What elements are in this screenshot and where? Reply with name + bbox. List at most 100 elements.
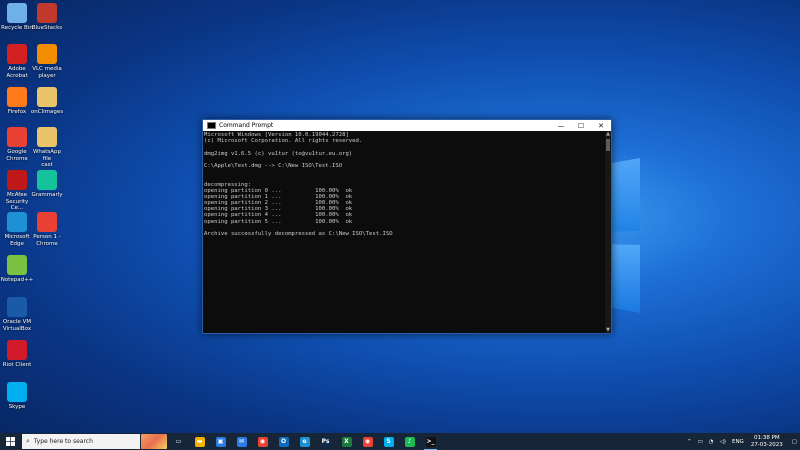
chrome-2-icon: ◉	[362, 436, 373, 447]
skype-icon	[7, 382, 27, 402]
volume-icon[interactable]: ◁)	[720, 439, 726, 445]
desktop-icon-label: Skype	[8, 404, 26, 410]
desktop-icon[interactable]: McAfee Security Ce...	[0, 170, 34, 212]
excel-icon: X	[341, 436, 352, 447]
desktop-icon[interactable]: Google Chrome	[0, 127, 34, 162]
taskbar-command-prompt-button[interactable]: >_	[420, 433, 441, 450]
desktop-icon[interactable]: Person 1 - Chrome	[30, 212, 64, 247]
taskbar-photoshop-button[interactable]: Ps	[315, 433, 336, 450]
taskbar-chrome-button[interactable]: ◉	[252, 433, 273, 450]
window-title: Command Prompt	[219, 122, 274, 129]
folder-icon	[37, 87, 57, 107]
desktop-icon[interactable]: Skype	[0, 382, 34, 411]
minimize-button[interactable]: —	[551, 120, 571, 131]
recycle-bin-icon	[7, 3, 27, 23]
close-button[interactable]: ✕	[591, 120, 611, 131]
taskbar-spotify-button[interactable]: ♪	[399, 433, 420, 450]
scroll-up-icon[interactable]: ▲	[605, 131, 611, 137]
desktop-icon[interactable]: Grammarly	[30, 170, 64, 199]
network-icon[interactable]: ◔	[709, 439, 714, 445]
taskbar: ⌕ Type here to search ▭ ▬ ▣ ✉ ◉ Oe Ps X ◉ S ♪ >_ ⌃ …	[0, 433, 800, 450]
vertical-scrollbar[interactable]: ▲ ▼	[605, 131, 611, 333]
taskbar-outlook-button[interactable]: O	[273, 433, 294, 450]
command-prompt-icon: >_	[425, 436, 436, 447]
edge-icon	[7, 212, 27, 232]
riot-icon	[7, 340, 27, 360]
photoshop-icon: Ps	[320, 436, 331, 447]
search-placeholder: Type here to search	[33, 438, 93, 445]
scroll-down-icon[interactable]: ▼	[605, 327, 611, 333]
chrome-icon	[37, 212, 57, 232]
desktop-icon[interactable]: WhatsApp file cast	[30, 127, 64, 169]
desktop-icon[interactable]: onClimages	[30, 87, 64, 116]
task-view-icon: ▭	[173, 436, 184, 447]
console-output[interactable]: Microsoft Windows [Version 10.0.19044.27…	[203, 131, 605, 333]
folder-icon	[37, 127, 57, 147]
desktop-icon-label: Google Chrome	[6, 149, 28, 162]
window-titlebar[interactable]: Command Prompt — ☐ ✕	[203, 120, 611, 131]
edge-icon: e	[299, 436, 310, 447]
file-explorer-icon: ▬	[194, 436, 205, 447]
spotify-icon: ♪	[404, 436, 415, 447]
system-tray: ⌃ ▭ ◔ ◁) ENG 01:38 PM 27-03-2023 ▢	[684, 433, 800, 450]
desktop-icon-label: WhatsApp file cast	[32, 149, 62, 168]
taskbar-task-view-button[interactable]: ▭	[168, 433, 189, 450]
desktop-icon[interactable]: Riot Client	[0, 340, 34, 369]
desktop-icon-label: McAfee Security Ce...	[5, 192, 29, 211]
desktop-icon-label: Adobe Acrobat	[6, 66, 28, 79]
store-icon: ▣	[215, 436, 226, 447]
chrome-icon	[7, 127, 27, 147]
mail-icon: ✉	[236, 436, 247, 447]
outlook-icon: O	[278, 436, 289, 447]
search-icon: ⌕	[26, 437, 30, 445]
desktop-icon-label: Person 1 - Chrome	[33, 234, 61, 247]
windows-logo-icon	[5, 437, 15, 446]
desktop-icon[interactable]: Oracle VM VirtualBox	[0, 297, 34, 332]
clock-date: 27-03-2023	[750, 441, 783, 448]
scrollbar-thumb[interactable]	[606, 139, 610, 151]
desktop-icon-label: VLC media player	[32, 66, 62, 79]
desktop-icon-label: Recycle Bin	[1, 25, 33, 31]
maximize-button[interactable]: ☐	[571, 120, 591, 131]
desktop-icon-label: Oracle VM VirtualBox	[2, 319, 32, 332]
taskbar-chrome-2-button[interactable]: ◉	[357, 433, 378, 450]
desktop-icon-label: Notepad++	[0, 277, 34, 283]
notepad-icon	[7, 255, 27, 275]
desktop-icon[interactable]: Recycle Bin	[0, 3, 34, 32]
desktop-icon-label: Grammarly	[31, 192, 63, 198]
taskbar-file-explorer-button[interactable]: ▬	[189, 433, 210, 450]
desktop-icon-label: Riot Client	[2, 362, 32, 368]
taskbar-edge-button[interactable]: e	[294, 433, 315, 450]
command-prompt-icon	[207, 122, 216, 129]
taskbar-store-button[interactable]: ▣	[210, 433, 231, 450]
desktop-icon-label: onClimages	[30, 109, 64, 115]
clock-time: 01:38 PM	[753, 435, 780, 441]
mcafee-icon	[7, 170, 27, 190]
chevron-up-icon[interactable]: ⌃	[687, 439, 692, 445]
pdf-icon	[7, 44, 27, 64]
start-button[interactable]	[0, 433, 20, 450]
desktop-icon[interactable]: Notepad++	[0, 255, 34, 284]
vlc-icon	[37, 44, 57, 64]
console-line: Archive successfully decompressed as C:\…	[204, 231, 393, 237]
search-highlight-image[interactable]	[140, 433, 168, 450]
desktop-icon[interactable]: BlueStacks	[30, 3, 64, 32]
desktop-icon[interactable]: VLC media player	[30, 44, 64, 79]
language-indicator[interactable]: ENG	[732, 439, 744, 445]
notifications-icon[interactable]: ▢	[792, 439, 797, 445]
pinned-apps: ▭ ▬ ▣ ✉ ◉ Oe Ps X ◉ S ♪ >_	[168, 433, 441, 450]
chrome-icon: ◉	[257, 436, 268, 447]
taskbar-excel-button[interactable]: X	[336, 433, 357, 450]
desktop-icon[interactable]: Microsoft Edge	[0, 212, 34, 247]
taskbar-search[interactable]: ⌕ Type here to search	[22, 434, 140, 449]
taskbar-mail-button[interactable]: ✉	[231, 433, 252, 450]
desktop-icon[interactable]: Adobe Acrobat	[0, 44, 34, 79]
battery-icon[interactable]: ▭	[698, 439, 703, 445]
command-prompt-window[interactable]: Command Prompt — ☐ ✕ Microsoft Windows […	[202, 119, 612, 334]
desktop-icon[interactable]: Firefox	[0, 87, 34, 116]
taskbar-skype-button[interactable]: S	[378, 433, 399, 450]
firefox-icon	[7, 87, 27, 107]
app-icon	[37, 3, 57, 23]
clock[interactable]: 01:38 PM 27-03-2023	[751, 435, 783, 448]
desktop-icon-label: BlueStacks	[31, 25, 63, 31]
